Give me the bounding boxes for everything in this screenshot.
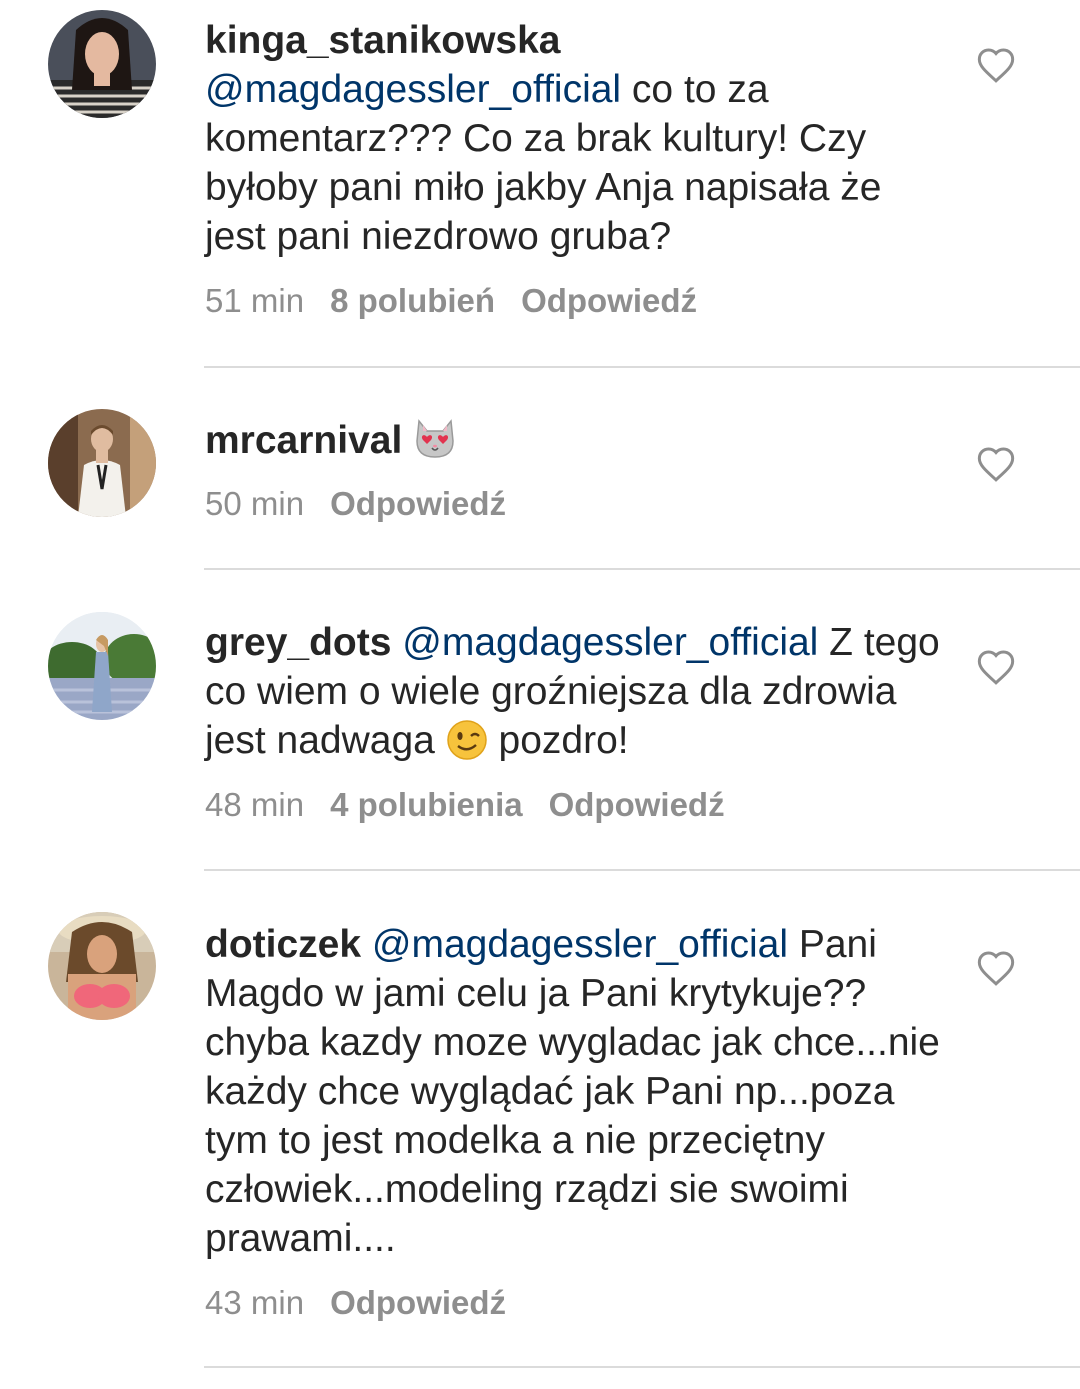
divider: [204, 366, 1080, 368]
comment-body: mrcarnival: [205, 416, 950, 473]
avatar[interactable]: [48, 612, 156, 720]
comment-time: 43 min: [205, 1284, 305, 1321]
reply-button[interactable]: Odpowiedź: [330, 1284, 506, 1321]
divider: [204, 869, 1080, 871]
heart-outline-icon[interactable]: [976, 648, 1016, 686]
avatar[interactable]: [48, 10, 156, 118]
comment-meta: 48 min 4 polubienia Odpowiedź: [205, 786, 751, 824]
comment-time: 50 min: [205, 485, 305, 522]
comment-likes[interactable]: 4 polubienia: [330, 786, 523, 823]
avatar[interactable]: [48, 912, 156, 1020]
comment-meta: 43 min Odpowiedź: [205, 1284, 532, 1322]
divider: [204, 568, 1080, 570]
heart-outline-icon[interactable]: [976, 949, 1016, 987]
comment-body: kinga_stanikowska @magdagessler_official…: [205, 16, 950, 261]
comment-meta: 51 min 8 polubień Odpowiedź: [205, 282, 723, 320]
comment-text: pozdro!: [487, 719, 629, 762]
comment-time: 51 min: [205, 282, 305, 319]
heart-outline-icon[interactable]: [976, 46, 1016, 84]
comment-mention[interactable]: @magdagessler_official: [205, 68, 621, 111]
divider: [204, 1366, 1080, 1368]
comment-body: grey_dots @magdagessler_official Z tego …: [205, 618, 950, 773]
comment-mention[interactable]: @magdagessler_official: [372, 923, 788, 966]
heart-eyes-cat-emoji: [413, 417, 457, 473]
comment-likes[interactable]: 8 polubień: [330, 282, 495, 319]
comment-body: doticzek @magdagessler_official Pani Mag…: [205, 920, 950, 1263]
comment-time: 48 min: [205, 786, 305, 823]
comment-username[interactable]: mrcarnival: [205, 419, 402, 462]
comment-text: Pani Magdo w jami celu ja Pani krytykuje…: [205, 923, 940, 1260]
comment-mention[interactable]: @magdagessler_official: [402, 621, 818, 664]
reply-button[interactable]: Odpowiedź: [330, 485, 506, 522]
reply-button[interactable]: Odpowiedź: [549, 786, 725, 823]
heart-outline-icon[interactable]: [976, 445, 1016, 483]
avatar[interactable]: [48, 409, 156, 517]
winking-face-emoji: [446, 719, 488, 773]
comment-username[interactable]: kinga_stanikowska: [205, 19, 561, 62]
reply-button[interactable]: Odpowiedź: [521, 282, 697, 319]
comment-username[interactable]: grey_dots: [205, 621, 391, 664]
comment-meta: 50 min Odpowiedź: [205, 485, 532, 523]
comment-username[interactable]: doticzek: [205, 923, 361, 966]
